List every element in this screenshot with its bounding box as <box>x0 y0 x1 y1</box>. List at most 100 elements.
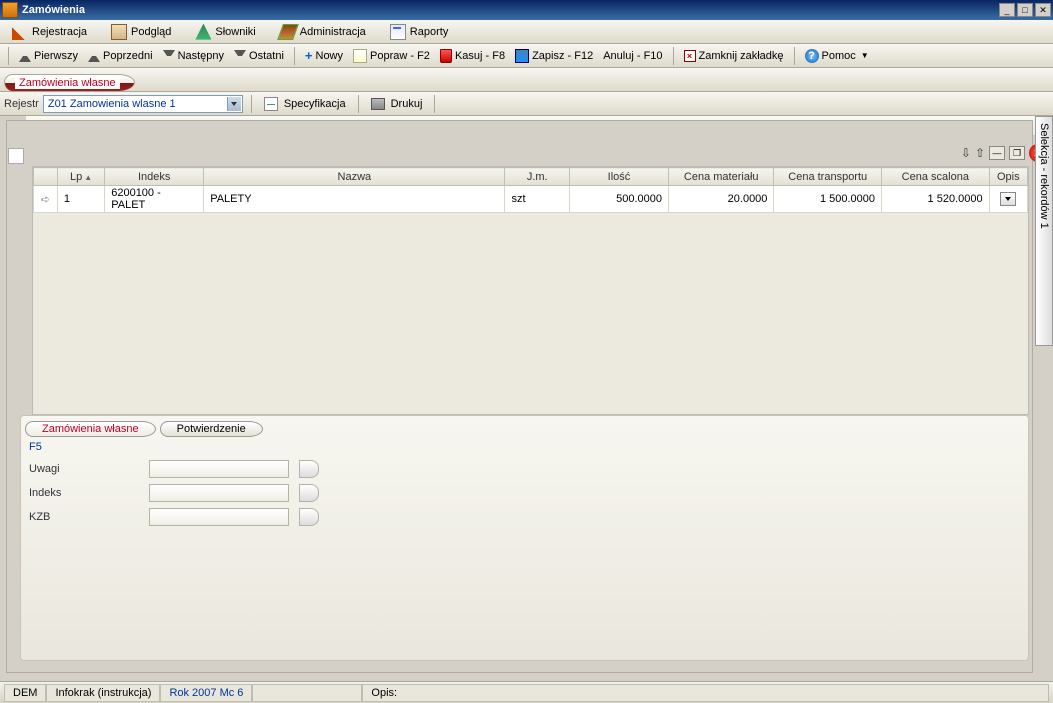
left-edge-box <box>8 148 24 164</box>
status-rok[interactable]: Rok 2007 Mc 6 <box>160 684 252 702</box>
tab-label: Zamówienia własne <box>15 77 120 89</box>
rejestr-combo[interactable]: Z01 Zamowienia wlasne 1 <box>43 95 243 113</box>
dropdown-button[interactable] <box>1000 192 1016 206</box>
col-lp[interactable]: Lp▲ <box>57 168 104 186</box>
status-text: Rok 2007 Mc 6 <box>169 687 243 699</box>
col-jm[interactable]: J.m. <box>505 168 570 186</box>
save-button[interactable]: Zapisz - F12 <box>511 47 597 65</box>
specyfikacja-button[interactable]: Specyfikacja <box>260 95 350 113</box>
btn-label: Specyfikacja <box>284 98 346 110</box>
cell-nazwa[interactable]: PALETY <box>204 186 505 213</box>
uwagi-input[interactable] <box>149 460 289 478</box>
last-button[interactable]: Ostatni <box>230 48 288 64</box>
menu-slowniki[interactable]: Słowniki <box>189 22 261 42</box>
uwagi-label: Uwagi <box>29 463 139 475</box>
bottom-panel: Zamówienia własne Potwierdzenie F5 Uwagi… <box>20 415 1029 661</box>
combo-value: Z01 Zamowienia wlasne 1 <box>48 98 176 110</box>
window-title: Zamówienia <box>22 4 997 16</box>
cell-opis[interactable] <box>989 186 1027 213</box>
menu-label: Administracja <box>300 26 366 38</box>
trash-icon <box>440 49 452 63</box>
app-icon <box>2 2 18 18</box>
menu-raporty[interactable]: Raporty <box>384 22 455 42</box>
help-button[interactable]: ?Pomoc▼ <box>801 47 873 65</box>
cell-cena-scal[interactable]: 1 520.0000 <box>882 186 990 213</box>
tab-zamowienia-wlasne[interactable]: Zamówienia własne <box>25 421 156 437</box>
close-button[interactable]: ✕ <box>1035 3 1051 17</box>
btn-label: Pierwszy <box>34 50 78 62</box>
col-opis[interactable]: Opis <box>989 168 1027 186</box>
cell-lp[interactable]: 1 <box>57 186 104 213</box>
prev-button[interactable]: Poprzedni <box>84 48 157 64</box>
first-button[interactable]: Pierwszy <box>15 48 82 64</box>
menu-rejestracja[interactable]: Rejestracja <box>6 22 93 42</box>
arrow-first-icon <box>19 50 31 62</box>
tab-potwierdzenie[interactable]: Potwierdzenie <box>160 421 263 437</box>
grid-header-row: Lp▲ Indeks Nazwa J.m. Ilość Cena materia… <box>34 168 1028 186</box>
main-tab-strip: Zamówienia własne <box>0 68 1053 92</box>
col-nazwa[interactable]: Nazwa <box>204 168 505 186</box>
menu-label: Słowniki <box>215 26 255 38</box>
ellipsis-button[interactable] <box>299 460 319 478</box>
cell-cena-trans[interactable]: 1 500.0000 <box>774 186 882 213</box>
row-kzb: KZB <box>21 505 1028 529</box>
grid-row[interactable]: ➪ 1 6200100 - PALET PALETY szt 500.0000 … <box>34 186 1028 213</box>
maximize-button[interactable]: □ <box>1017 3 1033 17</box>
next-button[interactable]: Następny <box>159 48 228 64</box>
status-infokrak[interactable]: Infokrak (instrukcja) <box>46 684 160 702</box>
side-tab-label: Selekcja - rekordów 1 <box>1038 123 1050 229</box>
arrow-last-icon <box>234 50 246 62</box>
col-cena-mat[interactable]: Cena materiału <box>668 168 773 186</box>
cell-ilosc[interactable]: 500.0000 <box>570 186 669 213</box>
status-bar: DEM Infokrak (instrukcja) Rok 2007 Mc 6 … <box>0 681 1053 703</box>
btn-label: Poprzedni <box>103 50 153 62</box>
panel-minimize-button[interactable]: — <box>989 146 1005 160</box>
indeks-input[interactable] <box>149 484 289 502</box>
status-blank <box>252 684 362 702</box>
menu-label: Rejestracja <box>32 26 87 38</box>
arrow-right-icon: ➪ <box>41 194 50 206</box>
dictionary-icon <box>195 24 211 40</box>
title-bar: Zamówienia _ □ ✕ <box>0 0 1053 20</box>
cell-cena-mat[interactable]: 20.0000 <box>668 186 773 213</box>
sub-toolbar: Rejestr Z01 Zamowienia wlasne 1 Specyfik… <box>0 92 1053 116</box>
tab-zamowienia-wlasne[interactable]: Zamówienia własne <box>4 74 135 91</box>
ellipsis-button[interactable] <box>299 484 319 502</box>
menu-administracja[interactable]: Administracja <box>274 22 372 42</box>
cell-jm[interactable]: szt <box>505 186 570 213</box>
delete-button[interactable]: Kasuj - F8 <box>436 47 509 65</box>
kzb-input[interactable] <box>149 508 289 526</box>
f5-label: F5 <box>21 437 1028 457</box>
spec-icon <box>264 97 278 111</box>
new-button[interactable]: +Nowy <box>301 46 347 65</box>
close-tab-button[interactable]: ×Zamknij zakładkę <box>680 48 788 64</box>
edit-button[interactable]: Popraw - F2 <box>349 47 434 65</box>
ellipsis-button[interactable] <box>299 508 319 526</box>
cell-indeks[interactable]: 6200100 - PALET <box>105 186 204 213</box>
arrow-down-icon <box>163 50 175 62</box>
chevron-down-icon[interactable] <box>227 97 241 111</box>
btn-label: Drukuj <box>391 98 423 110</box>
indeks-label: Indeks <box>29 487 139 499</box>
btn-label: Pomoc <box>822 50 856 62</box>
menu-podglad[interactable]: Podgląd <box>105 22 177 42</box>
rejestr-label: Rejestr <box>4 98 39 110</box>
col-marker[interactable] <box>34 168 58 186</box>
close-x-icon: × <box>684 50 696 62</box>
btn-label: Anuluj - F10 <box>603 50 662 62</box>
panel-restore-button[interactable]: ❐ <box>1009 146 1025 160</box>
side-tab-selekcja[interactable]: Selekcja - rekordów 1 <box>1035 116 1053 346</box>
col-cena-trans[interactable]: Cena transportu <box>774 168 882 186</box>
report-icon <box>390 24 406 40</box>
drukuj-button[interactable]: Drukuj <box>367 96 427 112</box>
col-ilosc[interactable]: Ilość <box>570 168 669 186</box>
col-indeks[interactable]: Indeks <box>105 168 204 186</box>
btn-label: Ostatni <box>249 50 284 62</box>
arrow-down-icon[interactable]: ⇩ <box>961 146 971 160</box>
col-cena-scal[interactable]: Cena scalona <box>882 168 990 186</box>
cancel-button[interactable]: Anuluj - F10 <box>599 48 666 64</box>
minimize-button[interactable]: _ <box>999 3 1015 17</box>
arrow-up-icon[interactable]: ⇧ <box>975 146 985 160</box>
btn-label: Następny <box>178 50 224 62</box>
status-dem[interactable]: DEM <box>4 684 46 702</box>
